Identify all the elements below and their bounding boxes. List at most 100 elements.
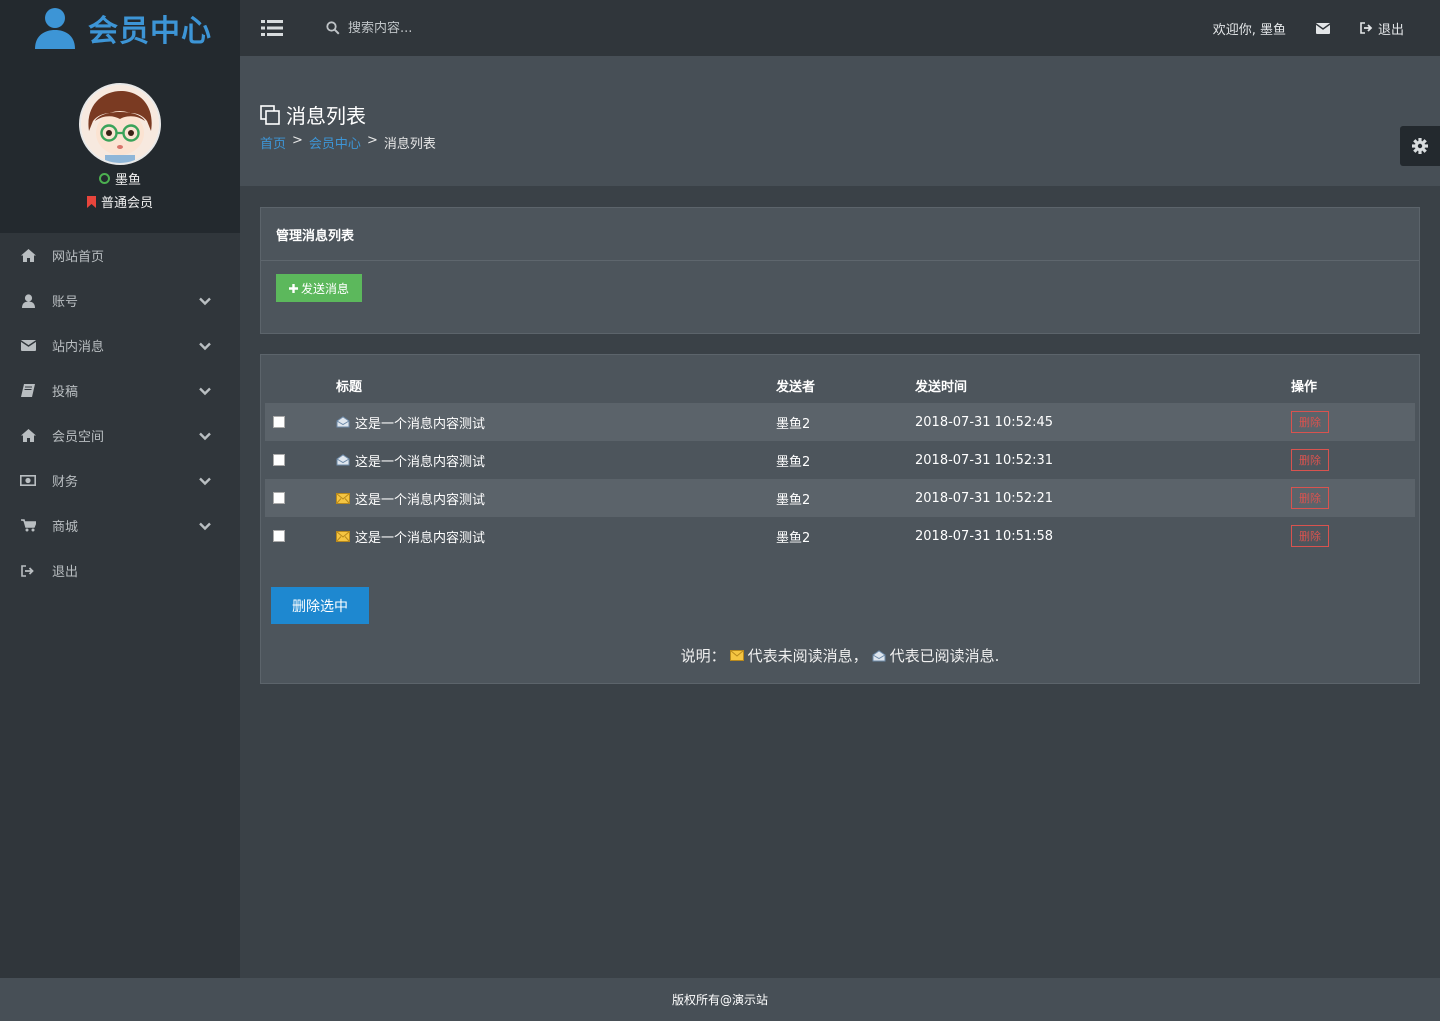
header-sender: 发送者	[776, 379, 816, 395]
top-bar: 会员中心 欢迎你, 墨鱼 退出	[0, 0, 1440, 56]
footer-text: 版权所有@演示站	[671, 993, 768, 1007]
breadcrumb-separator: >	[366, 133, 378, 148]
message-sender: 墨鱼2	[776, 530, 811, 546]
table-row: 这是一个消息内容测试 墨鱼2 2018-07-31 10:52:45 删除	[265, 403, 1415, 441]
panel-title: 管理消息列表	[261, 208, 1419, 261]
message-time: 2018-07-31 10:52:45	[915, 403, 1291, 441]
read-envelope-icon	[336, 454, 350, 466]
profile-card: 墨鱼 普通会员	[0, 56, 240, 233]
row-checkbox[interactable]	[273, 492, 285, 504]
delete-button[interactable]: 删除	[1291, 487, 1329, 509]
user-brand-icon	[35, 8, 75, 49]
page-header: 消息列表 首页 > 会员中心 > 消息列表	[240, 56, 1440, 186]
delete-button[interactable]: 删除	[1291, 525, 1329, 547]
sidebar-item-finance[interactable]: 财务	[0, 458, 240, 503]
search-input[interactable]	[348, 20, 568, 36]
sidebar-item-label: 站内消息	[52, 340, 105, 355]
message-time: 2018-07-31 10:52:21	[915, 479, 1291, 517]
legend-read: 代表已阅读消息.	[889, 647, 1000, 665]
envelope-icon[interactable]	[1315, 22, 1330, 34]
breadcrumb-member-center[interactable]: 会员中心	[309, 133, 361, 152]
row-checkbox[interactable]	[273, 530, 285, 542]
home-icon	[20, 248, 36, 264]
breadcrumb-separator: >	[292, 133, 303, 148]
online-status-icon	[98, 173, 110, 184]
table-row: 这是一个消息内容测试 墨鱼2 2018-07-31 10:51:58 删除	[265, 517, 1415, 555]
sidebar-item-label: 账号	[52, 295, 79, 310]
chevron-down-icon	[199, 387, 211, 395]
user-icon	[20, 293, 36, 309]
message-title[interactable]: 这是一个消息内容测试	[355, 527, 485, 546]
unread-envelope-icon	[336, 492, 350, 504]
chevron-down-icon	[199, 522, 211, 530]
chevron-down-icon	[199, 477, 211, 485]
sidebar-item-logout[interactable]: 退出	[0, 548, 240, 593]
chevron-down-icon	[199, 297, 211, 305]
sidebar-item-submit[interactable]: 投稿	[0, 368, 240, 413]
legend: 说明： 代表未阅读消息， 代表已阅读消息.	[261, 645, 1419, 666]
copy-icon	[260, 104, 280, 125]
chevron-down-icon	[199, 342, 211, 350]
message-title[interactable]: 这是一个消息内容测试	[355, 413, 485, 432]
sidebar-item-messages[interactable]: 站内消息	[0, 323, 240, 368]
sidebar-item-label: 财务	[52, 475, 79, 490]
profile-level-label: 普通会员	[100, 196, 153, 211]
header-title: 标题	[336, 379, 363, 395]
sidebar-item-label: 商城	[52, 520, 79, 535]
row-checkbox[interactable]	[273, 454, 285, 466]
logout-link[interactable]: 退出	[1360, 19, 1404, 38]
breadcrumb: 首页 > 会员中心 > 消息列表	[260, 133, 1440, 152]
gear-icon	[1412, 138, 1428, 154]
list-icon	[261, 20, 283, 36]
menu-toggle-button[interactable]	[240, 0, 304, 56]
delete-button[interactable]: 删除	[1291, 411, 1329, 433]
unread-envelope-icon	[729, 650, 744, 661]
manage-panel: 管理消息列表 发送消息	[260, 207, 1420, 334]
sidebar-item-account[interactable]: 账号	[0, 278, 240, 323]
welcome-text: 欢迎你, 墨鱼	[1212, 22, 1286, 38]
cart-icon	[20, 518, 36, 534]
message-title[interactable]: 这是一个消息内容测试	[355, 489, 485, 508]
message-time: 2018-07-31 10:51:58	[915, 528, 1054, 544]
settings-button[interactable]	[1400, 126, 1440, 166]
footer: 版权所有@演示站	[0, 978, 1440, 1021]
message-list-panel: 标题 发送者 发送时间 操作 这是一个消息内容测试 墨鱼2 2018-07-31…	[260, 354, 1420, 684]
delete-selected-button[interactable]: 删除选中	[271, 587, 369, 624]
sign-out-icon	[20, 563, 36, 579]
page-title-text: 消息列表	[286, 104, 366, 128]
top-right-menu: 欢迎你, 墨鱼 退出	[1213, 19, 1440, 38]
message-title[interactable]: 这是一个消息内容测试	[355, 451, 485, 470]
send-message-button[interactable]: 发送消息	[276, 274, 362, 302]
message-sender: 墨鱼2	[776, 454, 811, 470]
read-envelope-icon	[872, 649, 886, 661]
sidebar-item-member-space[interactable]: 会员空间	[0, 413, 240, 458]
breadcrumb-home[interactable]: 首页	[260, 133, 286, 152]
unread-envelope-icon	[336, 530, 350, 542]
read-envelope-icon	[336, 416, 350, 428]
plus-icon	[288, 283, 298, 293]
sidebar-item-shop[interactable]: 商城	[0, 503, 240, 548]
message-sender: 墨鱼2	[776, 479, 915, 517]
breadcrumb-current: 消息列表	[383, 137, 436, 152]
envelope-icon	[20, 338, 36, 354]
avatar-image	[81, 85, 159, 163]
chevron-down-icon	[199, 432, 211, 440]
send-message-label: 发送消息	[300, 281, 349, 296]
table-row: 这是一个消息内容测试 墨鱼2 2018-07-31 10:52:31 删除	[265, 441, 1415, 479]
brand-title: 会员中心	[88, 14, 212, 49]
legend-prefix: 说明：	[680, 647, 726, 665]
delete-button[interactable]: 删除	[1291, 449, 1329, 471]
legend-unread: 代表未阅读消息，	[747, 647, 868, 665]
search-icon	[326, 21, 340, 35]
sidebar-item-home[interactable]: 网站首页	[0, 233, 240, 278]
avatar[interactable]	[79, 83, 161, 165]
sidebar-item-label: 网站首页	[52, 250, 105, 265]
bookmark-icon	[86, 195, 96, 208]
sign-out-icon	[1360, 22, 1373, 34]
brand[interactable]: 会员中心	[0, 0, 240, 56]
row-checkbox[interactable]	[273, 416, 285, 428]
table-header-row: 标题 发送者 发送时间 操作	[265, 367, 1415, 403]
message-table: 标题 发送者 发送时间 操作 这是一个消息内容测试 墨鱼2 2018-07-31…	[265, 367, 1415, 555]
sidebar-item-label: 会员空间	[52, 430, 105, 445]
money-icon	[20, 473, 36, 489]
